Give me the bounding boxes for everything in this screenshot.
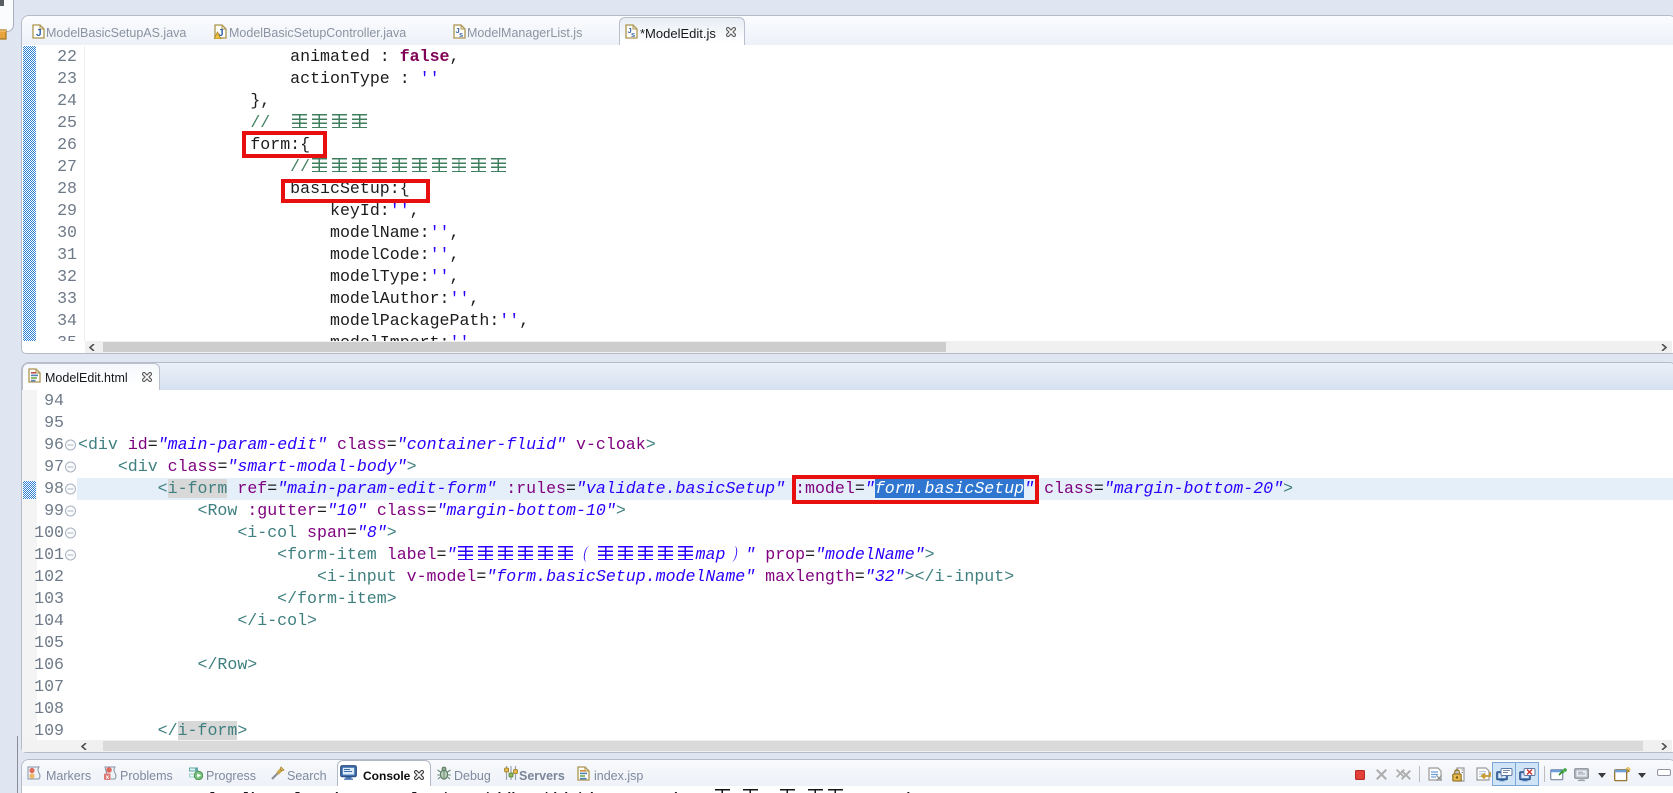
svg-text:x: x xyxy=(106,774,110,780)
svg-text:s: s xyxy=(631,30,635,39)
svg-text:s: s xyxy=(459,30,463,39)
